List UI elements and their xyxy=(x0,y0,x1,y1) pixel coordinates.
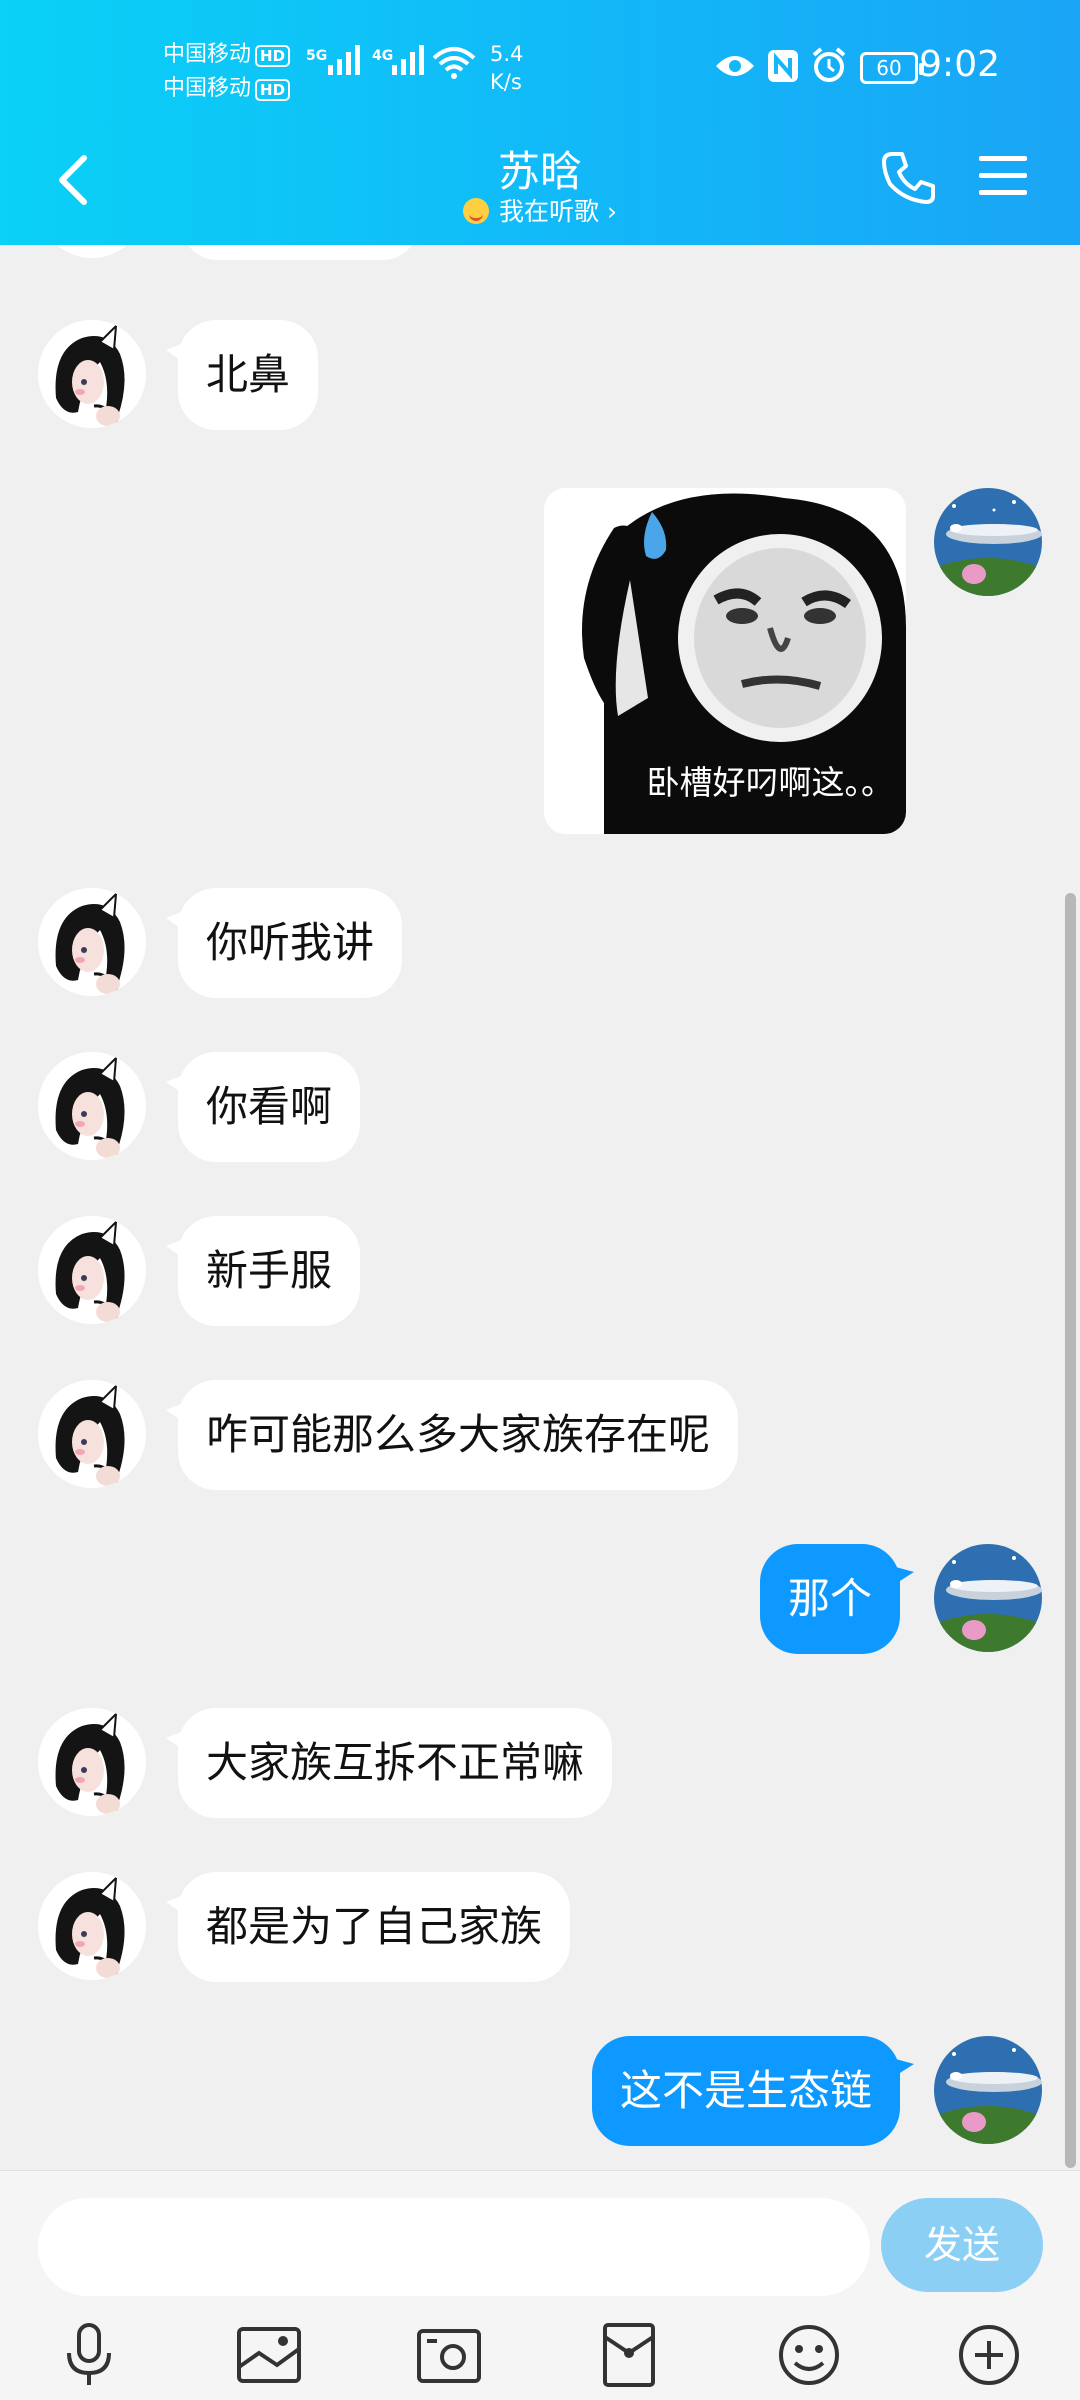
emoji-icon[interactable] xyxy=(773,2319,845,2391)
sticker-caption: 卧槽好叼啊这。。 xyxy=(646,763,895,802)
carrier-2: 中国移动 HD xyxy=(163,70,291,102)
message-row: 那个 xyxy=(0,1544,1080,1654)
message-bubble-outgoing[interactable]: 这不是生态链 xyxy=(591,2036,915,2146)
anime-girl-avatar xyxy=(38,320,146,428)
phone-call-icon[interactable] xyxy=(878,148,938,208)
message-row: 大家族互拆不正常嘛 xyxy=(0,1708,1080,1818)
carrier-1-label: 中国移动 xyxy=(163,42,252,67)
camera-icon[interactable] xyxy=(413,2319,485,2391)
message-row-partial xyxy=(0,245,1080,270)
status-bar: 中国移动 HD 中国移动 HD 5G 4G 5.4 K/s 60 9:02 xyxy=(0,0,1080,140)
anime-girl-avatar xyxy=(38,1216,146,1324)
anime-girl-avatar xyxy=(38,888,146,996)
my-avatar[interactable] xyxy=(934,488,1042,596)
battery-level: 60 xyxy=(876,56,902,80)
message-row: 北鼻 xyxy=(0,320,1080,430)
network-4g-label: 4G xyxy=(372,48,394,64)
ufo-avatar xyxy=(934,488,1042,596)
nfc-icon xyxy=(768,50,798,82)
ufo-avatar xyxy=(934,2036,1042,2144)
signal-icon-1 xyxy=(328,45,360,75)
message-bubble-incoming[interactable]: 大家族互拆不正常嘛 xyxy=(165,1708,613,1818)
message-row: 都是为了自己家族 xyxy=(0,1872,1080,1982)
input-toolbar xyxy=(0,2319,1080,2400)
panda-meme-sticker[interactable]: 卧槽好叼啊这。。 xyxy=(544,488,906,834)
mic-icon[interactable] xyxy=(53,2319,125,2391)
wifi-icon xyxy=(432,47,476,79)
signal-icon-2 xyxy=(392,45,424,75)
message-bubble-partial[interactable] xyxy=(182,245,418,260)
message-list[interactable]: 北鼻 卧槽好叼啊这。。 你听我讲 你看啊 新手服 咋可能那么多大家族存在呢 那个… xyxy=(0,245,1080,2170)
contact-avatar[interactable] xyxy=(38,888,146,996)
chat-header: 中国移动 HD 中国移动 HD 5G 4G 5.4 K/s 60 9:02 苏晗… xyxy=(0,0,1080,245)
anime-girl-avatar xyxy=(38,1380,146,1488)
anime-girl-avatar xyxy=(38,1708,146,1816)
menu-icon[interactable] xyxy=(975,150,1031,202)
message-bubble-incoming[interactable]: 你看啊 xyxy=(165,1052,361,1162)
network-speed: 5.4 K/s xyxy=(490,40,523,96)
message-row: 卧槽好叼啊这。。 xyxy=(0,488,1080,834)
contact-avatar[interactable] xyxy=(38,1052,146,1160)
hd-badge-1: HD xyxy=(255,45,291,67)
message-bubble-incoming[interactable]: 咋可能那么多大家族存在呢 xyxy=(165,1380,739,1490)
plus-icon[interactable] xyxy=(953,2319,1025,2391)
message-row: 这不是生态链 xyxy=(0,2036,1080,2146)
eye-icon xyxy=(716,56,754,76)
my-avatar[interactable] xyxy=(934,2036,1042,2144)
input-bar: 发送 xyxy=(0,2170,1080,2400)
red-packet-icon[interactable] xyxy=(593,2319,665,2391)
speed-unit: K/s xyxy=(490,70,522,94)
message-input[interactable] xyxy=(38,2198,870,2296)
message-bubble-outgoing[interactable]: 那个 xyxy=(759,1544,915,1654)
carrier-1: 中国移动 HD xyxy=(163,36,291,68)
anime-girl-avatar xyxy=(38,1052,146,1160)
listening-status-label: 我在听歌 › xyxy=(499,197,617,226)
speed-value: 5.4 xyxy=(490,42,524,66)
contact-avatar[interactable] xyxy=(38,1872,146,1980)
contact-avatar[interactable] xyxy=(38,1380,146,1488)
network-5g-label: 5G xyxy=(306,48,328,64)
message-row: 你听我讲 xyxy=(0,888,1080,998)
message-row: 新手服 xyxy=(0,1216,1080,1326)
message-row: 你看啊 xyxy=(0,1052,1080,1162)
alarm-icon xyxy=(812,47,846,82)
message-bubble-incoming[interactable]: 北鼻 xyxy=(165,320,319,430)
message-bubble-incoming[interactable]: 你听我讲 xyxy=(165,888,403,998)
smiley-emoji-icon xyxy=(463,198,490,224)
message-row: 咋可能那么多大家族存在呢 xyxy=(0,1380,1080,1490)
contact-avatar[interactable] xyxy=(38,245,146,258)
hd-badge-2: HD xyxy=(255,79,291,101)
contact-avatar[interactable] xyxy=(38,1216,146,1324)
send-button[interactable]: 发送 xyxy=(881,2198,1043,2292)
image-icon[interactable] xyxy=(233,2319,305,2391)
contact-avatar[interactable] xyxy=(38,1708,146,1816)
contact-avatar[interactable] xyxy=(38,320,146,428)
battery-icon: 60 xyxy=(860,52,924,84)
message-bubble-incoming[interactable]: 新手服 xyxy=(165,1216,361,1326)
scrollbar[interactable] xyxy=(1065,893,1076,2168)
carrier-2-label: 中国移动 xyxy=(163,76,252,101)
clock: 9:02 xyxy=(919,44,1000,85)
anime-girl-avatar xyxy=(38,1872,146,1980)
message-bubble-incoming[interactable]: 都是为了自己家族 xyxy=(165,1872,571,1982)
my-avatar[interactable] xyxy=(934,1544,1042,1652)
ufo-avatar xyxy=(934,1544,1042,1652)
